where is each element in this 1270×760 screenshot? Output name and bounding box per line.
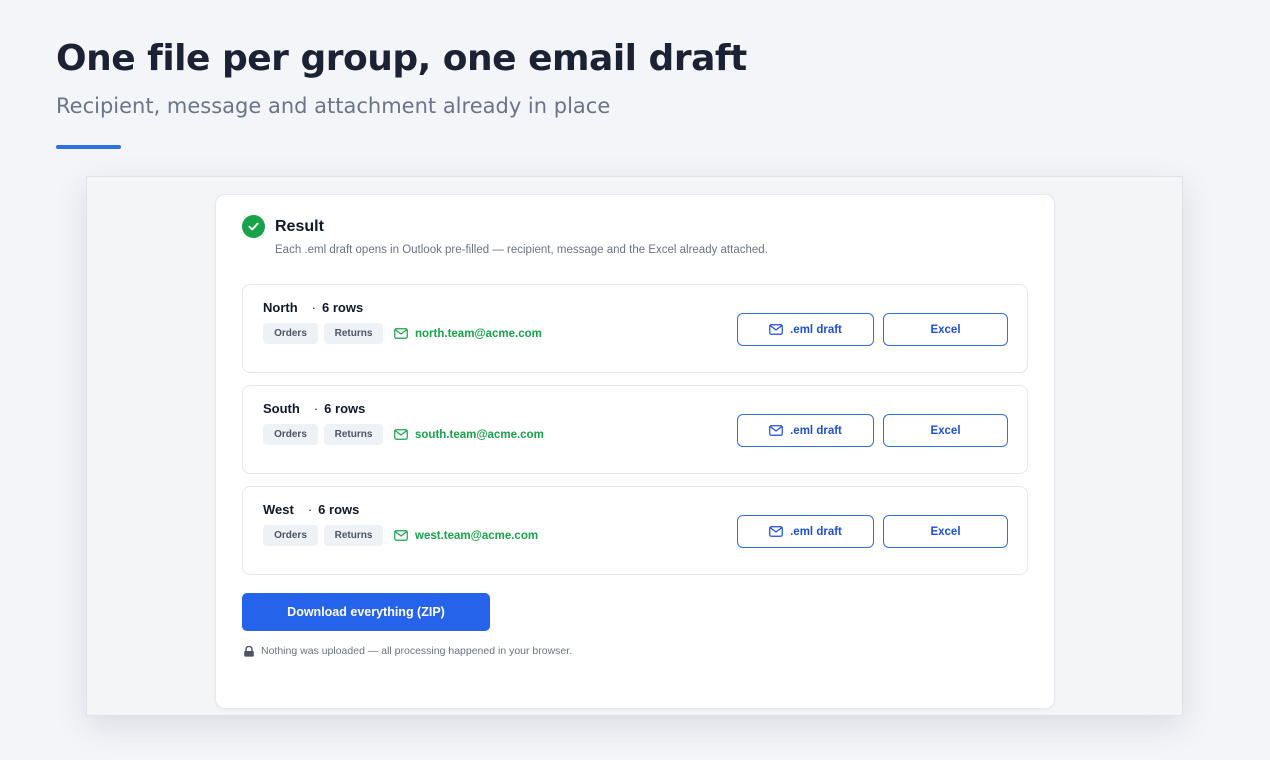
group-card-north: North · 6 rows Orders Returns north.team… [242,284,1028,373]
group-name: South [263,401,300,416]
result-description: Each .eml draft opens in Outlook pre-fil… [275,244,768,256]
eml-draft-button[interactable]: .eml draft [737,515,874,548]
mail-icon [769,324,783,335]
group-header: South · 6 rows [263,401,365,416]
group-card-south: South · 6 rows Orders Returns south.team… [242,385,1028,474]
mail-icon [394,328,408,339]
lock-icon [243,645,255,657]
recipient-email: south.team@acme.com [415,428,544,441]
hero-subtitle: Recipient, message and attachment alread… [56,94,611,118]
mail-icon [394,530,408,541]
eml-draft-label: .eml draft [790,525,842,538]
mail-icon [769,526,783,537]
screenshot-frame: Result Each .eml draft opens in Outlook … [86,176,1183,716]
recipient-email: west.team@acme.com [415,529,539,542]
download-zip-button[interactable]: Download everything (ZIP) [242,593,490,631]
group-meta: Orders Returns south.team@acme.com [263,424,544,445]
result-header: Result [242,215,324,238]
group-meta: Orders Returns west.team@acme.com [263,525,538,546]
eml-draft-label: .eml draft [790,424,842,437]
sheet-chip-orders: Orders [263,424,318,445]
group-row-count: 6 rows [322,300,364,315]
result-card: Result Each .eml draft opens in Outlook … [215,194,1055,709]
group-card-west: West · 6 rows Orders Returns west.team@a… [242,486,1028,575]
hero-accent-bar [56,145,121,149]
eml-draft-label: .eml draft [790,323,842,336]
group-name: North [263,300,298,315]
check-circle-icon [242,215,265,238]
mail-icon [394,429,408,440]
mail-icon [769,425,783,436]
sheet-chip-returns: Returns [324,525,383,546]
group-header: North · 6 rows [263,300,363,315]
eml-draft-button[interactable]: .eml draft [737,414,874,447]
group-separator: · [311,300,317,315]
excel-download-button[interactable]: Excel [883,414,1008,447]
result-title: Result [275,217,324,235]
sheet-chip-returns: Returns [324,323,383,344]
hero-title: One file per group, one email draft [56,38,747,79]
excel-download-button[interactable]: Excel [883,515,1008,548]
group-row-count: 6 rows [324,401,366,416]
group-separator: · [313,401,319,416]
sheet-chip-returns: Returns [324,424,383,445]
group-meta: Orders Returns north.team@acme.com [263,323,542,344]
excel-download-button[interactable]: Excel [883,313,1008,346]
privacy-note: Nothing was uploaded — all processing ha… [243,645,572,657]
eml-draft-button[interactable]: .eml draft [737,313,874,346]
group-header: West · 6 rows [263,502,359,517]
recipient-email: north.team@acme.com [415,327,542,340]
group-separator: · [307,502,313,517]
privacy-note-text: Nothing was uploaded — all processing ha… [261,645,573,657]
sheet-chip-orders: Orders [263,525,318,546]
sheet-chip-orders: Orders [263,323,318,344]
group-row-count: 6 rows [318,502,360,517]
group-name: West [263,502,294,517]
